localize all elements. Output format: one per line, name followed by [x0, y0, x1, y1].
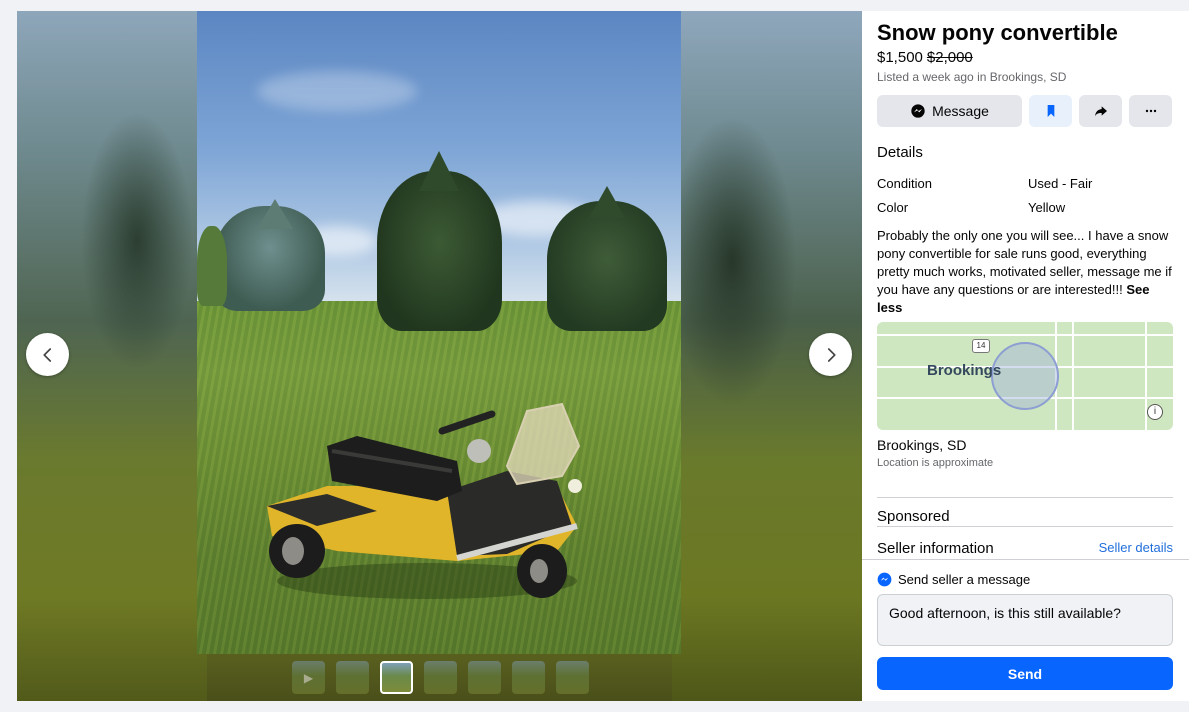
chevron-left-icon: [42, 347, 51, 362]
snowpony-image: [267, 402, 582, 599]
thumbnail[interactable]: [512, 661, 545, 694]
seller-details-link[interactable]: Seller details: [1099, 540, 1173, 557]
messenger-icon: [877, 572, 892, 587]
action-bar: Message: [877, 95, 1173, 127]
divider: [877, 526, 1173, 527]
highway-shield: 14: [972, 339, 990, 353]
chevron-right-icon: [827, 347, 836, 362]
thumbnail[interactable]: [556, 661, 589, 694]
messenger-icon: [911, 104, 925, 118]
seller-information-heading: Seller information: [877, 540, 994, 557]
listing-photo: [197, 11, 681, 654]
save-button[interactable]: [1029, 95, 1072, 127]
thumbnail-strip: ▶: [292, 661, 589, 694]
previous-photo-button[interactable]: [26, 333, 69, 376]
seller-information-row: Seller information Seller details: [877, 540, 1173, 557]
media-viewer: ▶: [17, 11, 862, 701]
message-input[interactable]: Good afternoon, is this still available?: [877, 594, 1173, 646]
thumbnail[interactable]: [424, 661, 457, 694]
send-message-header: Send seller a message: [877, 572, 1173, 587]
message-button-label: Message: [932, 103, 989, 119]
detail-value: Yellow: [1028, 200, 1066, 215]
listing-description: Probably the only one you will see... I …: [877, 227, 1173, 317]
approximate-area-circle: [991, 342, 1059, 410]
map-city-label: Brookings: [927, 362, 1002, 379]
detail-key: Color: [877, 200, 909, 215]
more-icon: [1145, 109, 1156, 113]
divider: [862, 559, 1189, 560]
marketplace-item-view: ▶ Snow pony convertible $1,500 $2,000 Lis…: [17, 11, 1189, 701]
more-options-button[interactable]: [1129, 95, 1172, 127]
divider: [877, 497, 1173, 498]
send-button[interactable]: Send: [877, 657, 1173, 690]
current-price: $1,500: [877, 49, 923, 66]
message-button[interactable]: Message: [877, 95, 1022, 127]
share-icon: [1094, 106, 1107, 117]
location-note: Location is approximate: [877, 457, 994, 469]
original-price: $2,000: [926, 49, 973, 66]
detail-value: Used - Fair: [1028, 176, 1093, 191]
bookmark-icon: [1047, 105, 1054, 117]
thumbnail[interactable]: [336, 661, 369, 694]
listing-price: $1,500 $2,000: [877, 48, 1173, 68]
listed-timestamp: Listed a week ago in Brookings, SD: [877, 70, 1067, 84]
map-info-icon[interactable]: i: [1147, 404, 1163, 420]
location-map[interactable]: 14 Brookings i: [877, 322, 1173, 430]
send-message-heading: Send seller a message: [898, 572, 1031, 587]
detail-row-condition: Condition Used - Fair: [877, 175, 1173, 193]
thumbnail[interactable]: [468, 661, 501, 694]
listing-title: Snow pony convertible: [877, 20, 1118, 45]
sponsored-heading: Sponsored: [877, 508, 950, 525]
thumbnail-active[interactable]: [380, 661, 413, 694]
share-button[interactable]: [1079, 95, 1122, 127]
thumbnail-video[interactable]: ▶: [292, 661, 325, 694]
play-icon: ▶: [303, 670, 314, 685]
details-heading: Details: [877, 144, 923, 161]
next-photo-button[interactable]: [809, 333, 852, 376]
detail-key: Condition: [877, 176, 932, 191]
detail-row-color: Color Yellow: [877, 199, 1173, 217]
listing-details-panel: Snow pony convertible $1,500 $2,000 Liste…: [862, 11, 1189, 701]
location-name: Brookings, SD: [877, 437, 967, 453]
